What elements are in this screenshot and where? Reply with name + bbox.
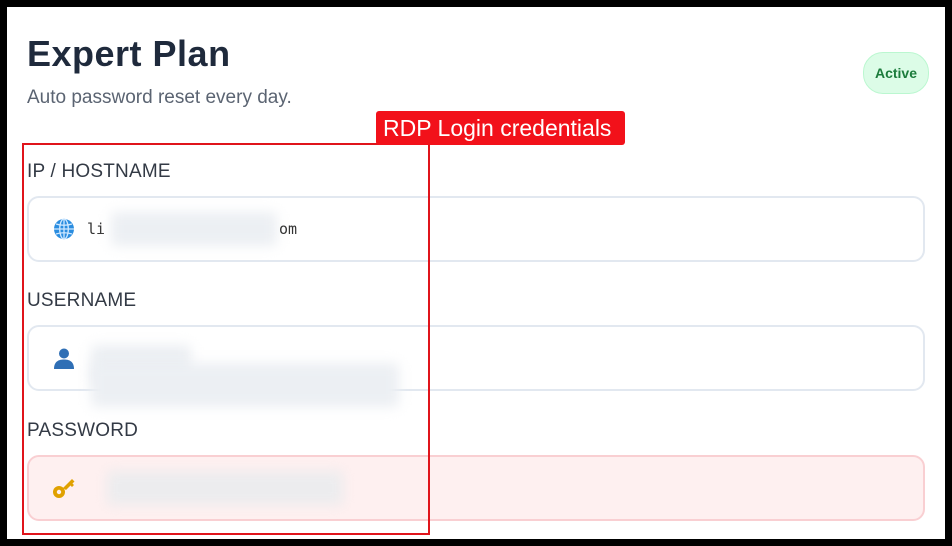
plan-card: Expert Plan Auto password reset every da… bbox=[7, 7, 945, 539]
plan-title: Expert Plan bbox=[27, 33, 231, 74]
status-badge: Active bbox=[863, 52, 929, 94]
annotation-label: RDP Login credentials bbox=[376, 111, 626, 145]
annotation-box bbox=[22, 143, 430, 535]
plan-subtitle: Auto password reset every day. bbox=[27, 87, 292, 108]
